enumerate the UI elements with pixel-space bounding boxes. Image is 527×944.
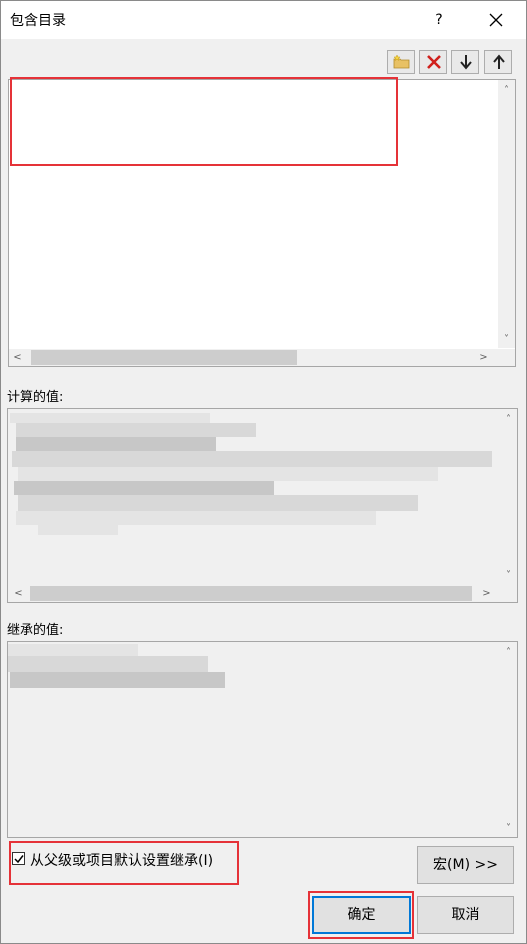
redacted-text — [10, 413, 210, 423]
help-icon: ? — [435, 12, 443, 28]
macros-button-label: 宏(M) >> — [433, 857, 498, 873]
inherited-values-box: ˄ ˅ — [7, 641, 518, 838]
move-down-button[interactable] — [451, 50, 479, 74]
arrow-down-icon — [460, 55, 472, 70]
scroll-up-icon[interactable]: ˄ — [500, 644, 517, 661]
scroll-thumb[interactable] — [31, 350, 297, 365]
dialog-title: 包含目录 — [10, 13, 66, 29]
title-bar: 包含目录 ? — [1, 1, 526, 39]
redacted-text — [8, 644, 138, 656]
scroll-left-icon[interactable]: < — [9, 349, 26, 366]
new-folder-icon — [393, 54, 410, 69]
redacted-text — [16, 511, 376, 525]
close-icon — [489, 13, 503, 27]
highlight-annotation — [9, 841, 239, 885]
redacted-text — [18, 467, 438, 481]
help-button[interactable]: ? — [424, 5, 454, 35]
scroll-down-icon[interactable]: ˅ — [498, 331, 515, 348]
vertical-scrollbar[interactable]: ˄ ˅ — [500, 642, 517, 837]
include-directories-dialog: 包含目录 ? ˄ ˅ < > 计算的值: ˄ ˅ < > 继承的值: ˄ ˅ 从… — [0, 0, 527, 944]
horizontal-scrollbar[interactable]: < > — [8, 585, 517, 602]
redacted-text — [16, 437, 216, 451]
vertical-scrollbar[interactable]: ˄ ˅ — [498, 80, 515, 348]
scroll-left-icon[interactable]: < — [10, 585, 27, 602]
delete-icon — [427, 55, 441, 69]
highlight-annotation — [308, 891, 414, 939]
computed-values-box: ˄ ˅ < > — [7, 408, 518, 603]
new-line-button[interactable] — [387, 50, 415, 74]
arrow-up-icon — [493, 54, 505, 69]
computed-values-label: 计算的值: — [7, 390, 64, 405]
move-up-button[interactable] — [484, 50, 512, 74]
redacted-text — [12, 451, 492, 467]
scroll-right-icon[interactable]: > — [475, 349, 492, 366]
redacted-text — [38, 525, 118, 535]
horizontal-scrollbar[interactable]: < > — [9, 349, 515, 366]
redacted-text — [16, 423, 256, 437]
scroll-up-icon[interactable]: ˄ — [498, 82, 515, 99]
cancel-button-label: 取消 — [451, 907, 480, 923]
inherited-values-label: 继承的值: — [7, 623, 64, 638]
highlight-annotation — [10, 77, 398, 166]
scroll-up-icon[interactable]: ˄ — [500, 411, 517, 428]
redacted-text — [14, 481, 274, 495]
macros-button[interactable]: 宏(M) >> — [417, 846, 514, 884]
scroll-down-icon[interactable]: ˅ — [500, 820, 517, 837]
redacted-text — [10, 672, 225, 688]
scroll-right-icon[interactable]: > — [478, 585, 495, 602]
redacted-text — [18, 495, 418, 511]
scroll-thumb[interactable] — [30, 586, 472, 601]
scroll-down-icon[interactable]: ˅ — [500, 567, 517, 584]
vertical-scrollbar[interactable]: ˄ ˅ — [500, 409, 517, 584]
redacted-text — [8, 656, 208, 672]
delete-line-button[interactable] — [419, 50, 447, 74]
cancel-button[interactable]: 取消 — [417, 896, 514, 934]
close-button[interactable] — [481, 5, 511, 35]
